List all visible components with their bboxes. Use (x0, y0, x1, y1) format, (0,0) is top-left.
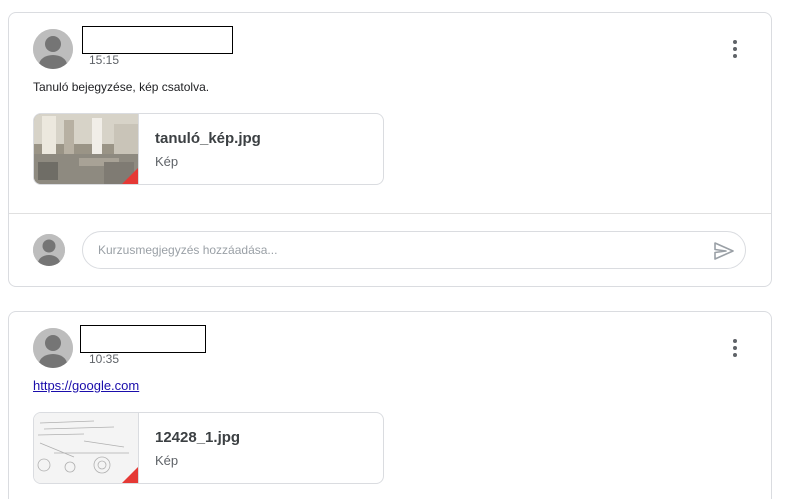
person-icon (33, 29, 73, 69)
post-card: 10:35 https://google.com 12428_1.jpg Kép (8, 311, 772, 499)
send-icon (714, 242, 734, 260)
post-body: Tanuló bejegyzése, kép csatolva. (33, 80, 210, 94)
person-icon (33, 234, 65, 266)
image-badge (122, 168, 138, 184)
more-vert-icon (733, 339, 737, 343)
comment-divider (9, 213, 771, 214)
author-name-redacted (82, 26, 233, 54)
author-avatar[interactable] (33, 29, 73, 69)
image-badge (122, 467, 138, 483)
attachment-type: Kép (155, 154, 179, 169)
post-card: 15:15 Tanuló bejegyzése, kép csatolva. t… (8, 12, 772, 287)
post-time: 15:15 (89, 53, 120, 67)
current-user-avatar (33, 234, 65, 266)
post-link[interactable]: https://google.com (33, 378, 139, 393)
attachment-card[interactable]: tanuló_kép.jpg Kép (33, 113, 384, 185)
attachment-thumbnail (34, 413, 139, 483)
attachment-card[interactable]: 12428_1.jpg Kép (33, 412, 384, 484)
more-options-button[interactable] (723, 37, 747, 61)
person-icon (33, 328, 73, 368)
comment-input[interactable] (82, 231, 746, 269)
more-options-button[interactable] (723, 336, 747, 360)
attachment-title: tanuló_kép.jpg (155, 130, 261, 147)
author-name-redacted (80, 325, 206, 353)
attachment-thumbnail (34, 114, 139, 184)
post-time: 10:35 (89, 352, 120, 366)
author-avatar[interactable] (33, 328, 73, 368)
attachment-title: 12428_1.jpg (155, 429, 241, 446)
attachment-type: Kép (155, 453, 179, 468)
send-button[interactable] (712, 239, 736, 263)
more-vert-icon (733, 40, 737, 44)
